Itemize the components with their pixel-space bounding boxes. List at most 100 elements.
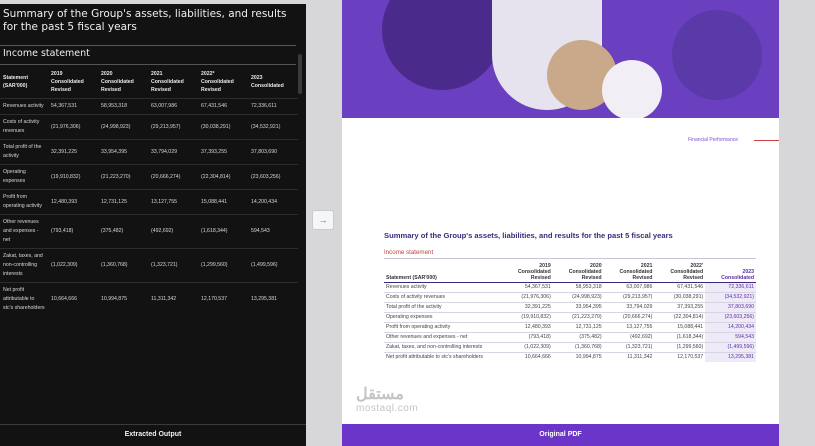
cell-value: (23,603,256) xyxy=(248,164,298,190)
convert-arrow-button[interactable]: → xyxy=(312,210,334,230)
cell-value: 58,953,318 xyxy=(98,98,148,115)
table-header-row: Statement (SAR'000) 2019 Consolidated Revi… xyxy=(384,262,756,283)
table-row: Costs of activity revenues (21,976,306) (2… xyxy=(384,292,756,303)
original-pdf-panel[interactable]: Financial Performance Summary of the Gro… xyxy=(342,0,779,446)
pdf-title: Summary of the Group's assets, liabiliti… xyxy=(384,231,673,240)
cell-value: (20,666,274) xyxy=(603,312,655,323)
cell-value: 67,431,546 xyxy=(198,98,248,115)
cell-value: (793,418) xyxy=(502,332,553,343)
cell-value: 12,731,125 xyxy=(98,189,148,215)
cell-value: 33,954,395 xyxy=(98,139,148,165)
arrow-right-icon: → xyxy=(318,215,328,225)
cell-value: (34,532,921) xyxy=(248,114,298,140)
cell-value: (23,603,256) xyxy=(705,312,756,323)
cell-value: 13,295,381 xyxy=(705,352,756,362)
pdf-subtitle: Income statement xyxy=(384,249,434,256)
column-header: 2022' Consolidated Revised xyxy=(654,262,706,283)
cell-value: (1,618,344) xyxy=(198,214,248,249)
cell-value: (1,299,560) xyxy=(198,248,248,283)
cell-value: (34,532,921) xyxy=(705,292,756,303)
original-pdf-label: Original PDF xyxy=(342,424,779,446)
table-row: Revenues activity 54,367,531 58,953,318 63,… xyxy=(384,282,756,293)
row-label: Other revenues and expenses - net xyxy=(0,214,48,249)
subtitle-rule xyxy=(384,258,756,259)
cell-value: (20,666,274) xyxy=(148,164,198,190)
row-label: Total profit of the activity xyxy=(0,139,48,165)
table-row: Other revenues and expenses - net (793,41… xyxy=(0,214,298,249)
cell-value: 11,311,342 xyxy=(148,282,198,316)
cell-value: (21,976,306) xyxy=(502,292,553,303)
row-label: Net profit attributable to stc's shareho… xyxy=(384,352,502,362)
row-label: Zakat, taxes, and non-controlling intere… xyxy=(384,342,502,353)
row-label: Profit from operating activity xyxy=(0,189,48,215)
column-header: 2023 Consolidated xyxy=(251,75,284,89)
cell-value: 58,953,318 xyxy=(552,282,604,293)
cell-value: 33,794,029 xyxy=(148,139,198,165)
cell-value: 32,391,225 xyxy=(48,139,98,165)
table-row: Net profit attributable to stc's shareho… xyxy=(0,282,298,316)
cell-value: 13,127,755 xyxy=(148,189,198,215)
extracted-title: Summary of the Group's assets, liabiliti… xyxy=(3,8,287,33)
cell-value: 32,391,225 xyxy=(502,302,553,313)
cell-value: 72,336,611 xyxy=(248,98,298,115)
cell-value: 13,295,381 xyxy=(248,282,298,316)
cell-value: (29,213,957) xyxy=(603,292,655,303)
table-row: Zakat, taxes, and non-controlling intere… xyxy=(0,248,298,283)
table-header-row: Statement (SAR'000) 2019 Consolidated Revis… xyxy=(0,66,298,99)
extracted-output-panel[interactable]: Summary of the Group's assets, liabiliti… xyxy=(0,4,306,446)
cell-value: (1,323,721) xyxy=(148,248,198,283)
cell-value: 63,007,986 xyxy=(603,282,655,293)
cell-value: 15,088,441 xyxy=(198,189,248,215)
cell-value: 15,088,441 xyxy=(654,322,706,333)
extracted-output-label: Extracted Output xyxy=(0,424,306,446)
cell-value: (1,323,721) xyxy=(603,342,655,353)
cell-value: 10,664,666 xyxy=(502,352,553,362)
row-label: Costs of activity revenues xyxy=(384,292,502,303)
cell-value: (1,360,768) xyxy=(552,342,604,353)
row-label: Net profit attributable to stc's shareho… xyxy=(0,282,48,316)
table-row: Other revenues and expenses - net (793,41… xyxy=(384,332,756,343)
row-label: Operating expenses xyxy=(0,164,48,190)
extracted-section-heading: Income statement xyxy=(3,48,90,59)
row-label: Costs of activity revenues xyxy=(0,114,48,140)
row-label: Profit from operating activity xyxy=(384,322,502,333)
row-label: Revenues activity xyxy=(0,98,48,115)
column-header: Statement (SAR'000) xyxy=(384,262,502,283)
cell-value: (1,499,596) xyxy=(248,248,298,283)
cell-value: 11,311,342 xyxy=(603,352,655,362)
cell-value: (21,223,270) xyxy=(552,312,604,323)
cell-value: (1,499,596) xyxy=(705,342,756,353)
cell-value: (1,618,344) xyxy=(654,332,706,343)
cell-value: (492,692) xyxy=(603,332,655,343)
column-header: 2022* Consolidated Revised xyxy=(201,71,234,93)
title-divider xyxy=(0,45,296,46)
cell-value: (24,998,923) xyxy=(98,114,148,140)
cell-value: 37,803,690 xyxy=(705,302,756,313)
scrollbar-thumb[interactable] xyxy=(298,54,302,94)
cell-value: (793,418) xyxy=(48,214,98,249)
cell-value: 33,954,395 xyxy=(552,302,604,313)
cell-value: (1,299,560) xyxy=(654,342,706,353)
pdf-income-table: Statement (SAR'000) 2019 Consolidated Revi… xyxy=(384,262,756,362)
cell-value: (1,360,768) xyxy=(98,248,148,283)
cell-value: (24,998,923) xyxy=(552,292,604,303)
cell-value: 12,480,393 xyxy=(48,189,98,215)
cell-value: (1,022,309) xyxy=(48,248,98,283)
row-label: Other revenues and expenses - net xyxy=(384,332,502,343)
cell-value: (375,482) xyxy=(552,332,604,343)
cell-value: 37,393,255 xyxy=(198,139,248,165)
cell-value: 67,431,546 xyxy=(654,282,706,293)
cell-value: 13,127,755 xyxy=(603,322,655,333)
cell-value: (21,976,306) xyxy=(48,114,98,140)
column-header: 2019 Consolidated Revised xyxy=(51,71,84,93)
cell-value: 12,731,125 xyxy=(552,322,604,333)
column-header: 2019 Consolidated Revised xyxy=(502,262,553,283)
table-row: Revenues activity 54,367,531 58,953,318 63,… xyxy=(0,98,298,115)
table-row: Operating expenses (19,910,832) (21,223,27… xyxy=(0,164,298,190)
cell-value: (22,304,814) xyxy=(654,312,706,323)
cell-value: (19,910,832) xyxy=(48,164,98,190)
cell-value: 594,543 xyxy=(705,332,756,343)
cell-value: 14,200,434 xyxy=(705,322,756,333)
cell-value: (30,038,291) xyxy=(654,292,706,303)
cell-value: (22,304,814) xyxy=(198,164,248,190)
